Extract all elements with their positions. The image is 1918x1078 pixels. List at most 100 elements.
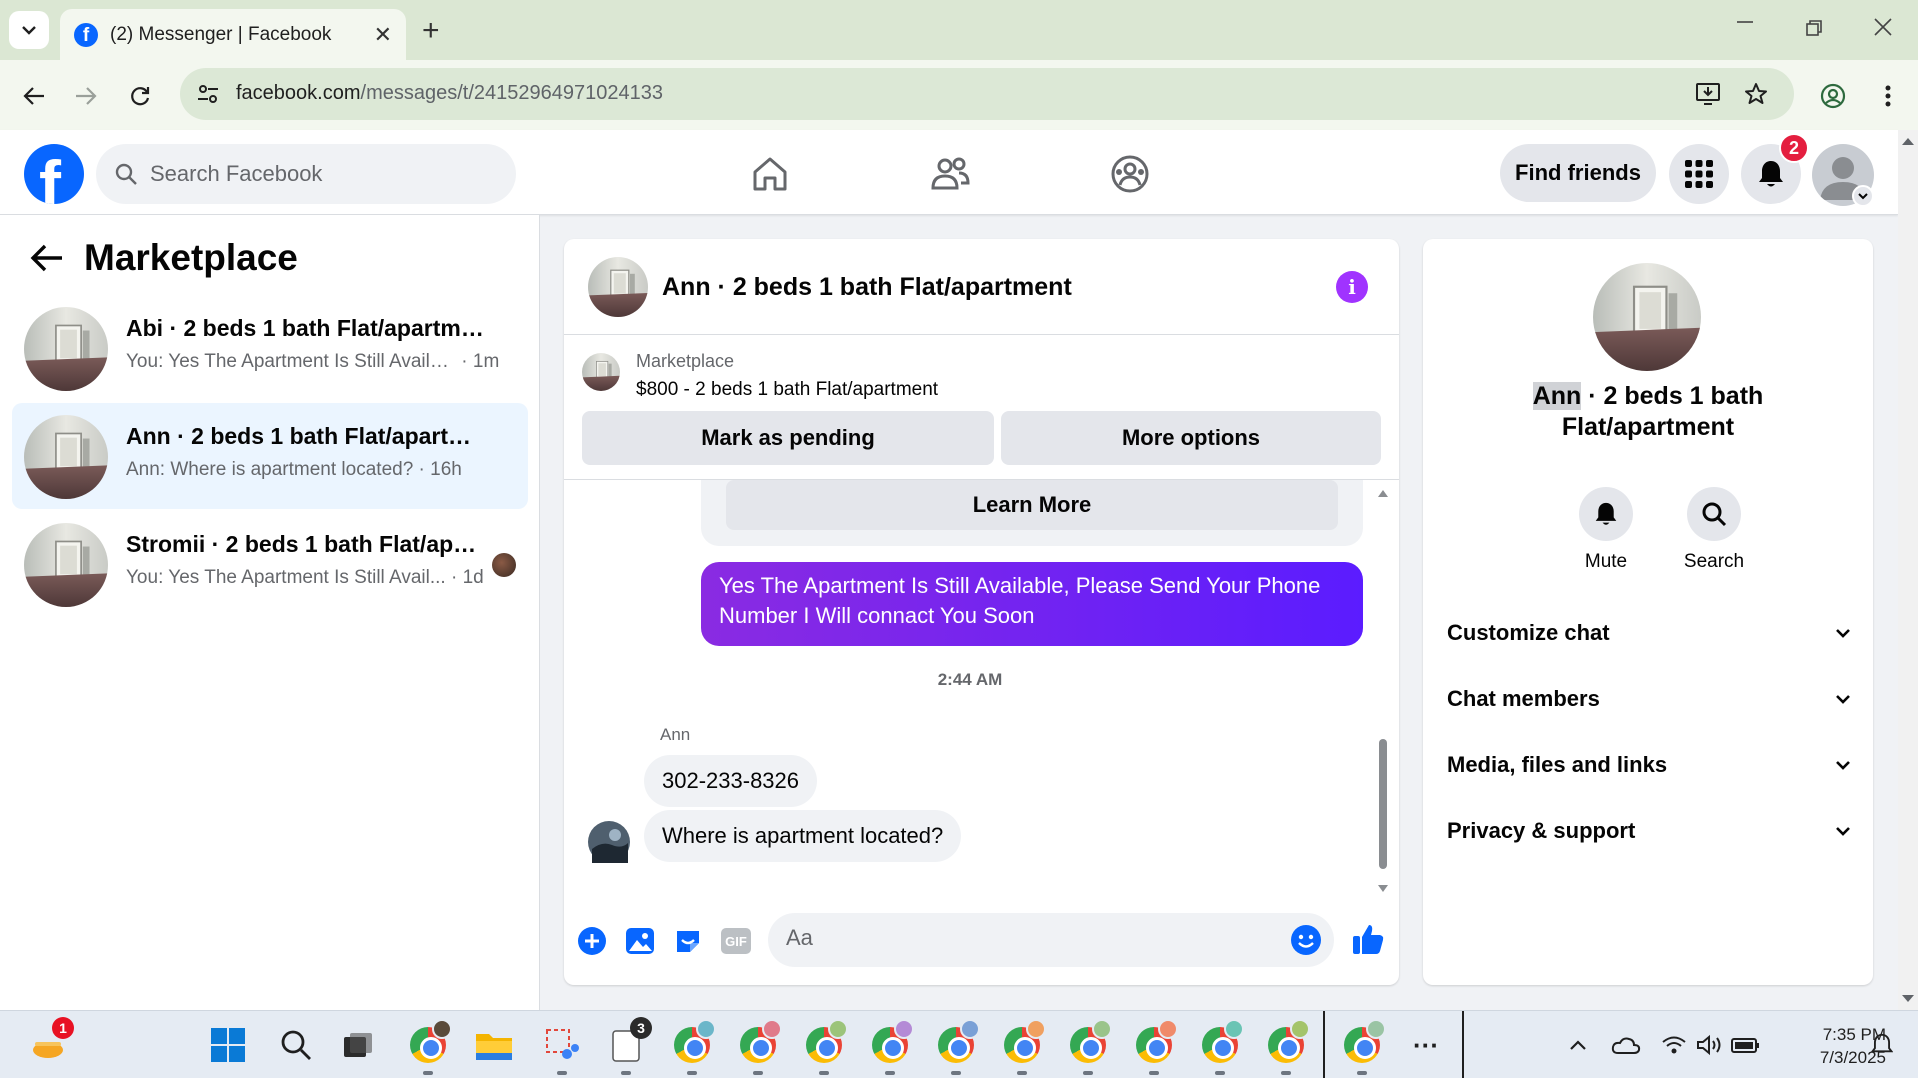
search-action[interactable]: Search [1669,487,1759,573]
forward-button[interactable] [70,80,102,112]
reload-button[interactable] [124,80,156,112]
mute-action[interactable]: Mute [1561,487,1651,573]
emoji-icon[interactable] [1290,924,1322,956]
friends-nav-icon[interactable] [926,150,974,198]
taskbar-search-icon[interactable] [274,1023,318,1067]
profile-dot [432,1019,452,1039]
gif-icon[interactable]: GIF [720,925,752,957]
start-button[interactable] [206,1023,250,1067]
profile-dot [1224,1019,1244,1039]
arrow-right-icon [76,87,97,105]
tab-close-icon[interactable]: ✕ [374,22,392,48]
taskbar-chrome-7[interactable] [1000,1019,1046,1075]
snipping-tool-icon[interactable] [540,1023,584,1075]
chat-listing-thumbnail[interactable] [588,257,648,317]
chat-scroll-thumb[interactable] [1379,739,1387,869]
site-info-icon[interactable] [196,82,220,106]
profile-dot [762,1019,782,1039]
show-hidden-icons-button[interactable] [1556,1023,1600,1067]
new-tab-button[interactable]: + [422,14,440,48]
taskbar-chrome-3[interactable] [736,1019,782,1075]
browser-profile-icon[interactable] [1817,80,1849,112]
scissors-icon [546,1029,579,1059]
install-app-icon-glyph [1696,83,1720,105]
taskbar-chrome-9[interactable] [1132,1019,1178,1075]
facebook-search-input[interactable] [150,161,490,187]
taskbar-overflow-button[interactable]: ··· [1404,1023,1448,1067]
account-menu-chevron[interactable] [1852,185,1874,207]
minimize-icon[interactable] [1736,12,1754,32]
customize-chat-row[interactable]: Customize chat [1447,608,1851,658]
chat-title[interactable]: Ann · 2 beds 1 bath Flat/apartment [662,273,1072,302]
scroll-down-arrow-icon[interactable] [1898,992,1918,1006]
friends-icon [931,157,970,190]
mute-button[interactable] [1579,487,1633,541]
more-actions-plus-icon[interactable] [576,925,608,957]
notepad-icon[interactable]: 3 [604,1017,652,1075]
media-files-links-row[interactable]: Media, files and links [1447,740,1851,790]
chat-members-row[interactable]: Chat members [1447,674,1851,724]
menu-button[interactable] [1669,144,1729,204]
url-text[interactable]: facebook.com/messages/t/2415296497102413… [236,82,663,105]
back-to-chats-button[interactable] [30,243,64,273]
message-input-box[interactable] [768,913,1334,967]
more-options-button[interactable]: More options [1001,411,1381,465]
battery-icon[interactable] [1724,1023,1768,1067]
taskbar-chrome-10[interactable] [1198,1019,1244,1075]
conversation-item-stromii[interactable]: Stromii · 2 beds 1 bath Flat/apar... You… [12,511,528,617]
search-icon [281,1030,311,1060]
conversation-item-ann[interactable]: Ann · 2 beds 1 bath Flat/apartment Ann: … [12,403,528,509]
conversation-preview: Ann: Where is apartment located? · 16h [126,459,462,481]
conversation-info-icon[interactable]: i [1336,271,1368,303]
taskbar-chrome-4[interactable] [802,1019,848,1075]
find-friends-button[interactable]: Find friends [1500,144,1656,202]
taskbar-chrome-8[interactable] [1066,1019,1112,1075]
listing-price-title[interactable]: $800 - 2 beds 1 bath Flat/apartment [636,379,938,401]
browser-tab-messenger[interactable]: f (2) Messenger | Facebook ✕ [60,9,406,60]
taskbar-chrome-12[interactable] [1340,1019,1386,1075]
onedrive-icon[interactable] [1604,1023,1648,1067]
facebook-search-box[interactable] [96,144,516,204]
search-in-conversation-button[interactable] [1687,487,1741,541]
taskbar-chrome-6[interactable] [934,1019,980,1075]
sticker-icon[interactable] [672,925,704,957]
file-explorer-icon[interactable] [472,1023,516,1067]
details-conversation-name: Ann · 2 beds 1 bath Flat/apartment [1463,381,1833,443]
scroll-up-arrow-icon[interactable] [1376,487,1390,499]
running-indicator [621,1071,631,1075]
running-indicator [1083,1071,1093,1075]
restore-icon[interactable] [1806,20,1822,36]
home-nav-icon[interactable] [746,150,794,198]
page-scrollbar[interactable] [1898,130,1918,1010]
notification-center-icon[interactable] [1860,1023,1904,1067]
install-app-icon[interactable] [1696,82,1722,106]
conversation-item-abi[interactable]: Abi · 2 beds 1 bath Flat/apartment You: … [12,295,528,401]
attach-photo-icon[interactable] [624,925,656,957]
privacy-support-row[interactable]: Privacy & support [1447,806,1851,856]
scroll-down-arrow-icon[interactable] [1376,883,1390,895]
taskbar-chrome-2[interactable] [670,1019,716,1075]
mark-as-pending-button[interactable]: Mark as pending [582,411,994,465]
scroll-up-arrow-icon[interactable] [1898,134,1918,148]
details-listing-photo[interactable] [1593,263,1701,371]
message-input[interactable] [786,925,1266,951]
running-indicator [819,1071,829,1075]
address-bar[interactable]: facebook.com/messages/t/2415296497102413… [180,68,1794,120]
tab-search-button[interactable] [9,11,49,49]
groups-nav-icon[interactable] [1106,150,1154,198]
back-button[interactable] [18,80,50,112]
taskbar-chrome-1[interactable] [406,1019,452,1075]
window-close-icon[interactable] [1874,18,1892,36]
widgets-icon[interactable]: 1 [26,1017,74,1067]
taskbar-chrome-11[interactable] [1264,1019,1310,1075]
taskbar-chrome-5[interactable] [868,1019,914,1075]
task-view-icon[interactable] [336,1023,380,1067]
chat-scrollbar[interactable] [1376,487,1390,897]
facebook-logo[interactable]: f [24,144,84,204]
bookmark-star-icon[interactable] [1744,82,1768,106]
thumbs-up-button[interactable] [1350,921,1386,957]
search-icon [1702,502,1727,527]
learn-more-button[interactable]: Learn More [726,480,1338,530]
ann-avatar[interactable] [588,821,630,863]
browser-menu-icon[interactable] [1872,80,1904,112]
